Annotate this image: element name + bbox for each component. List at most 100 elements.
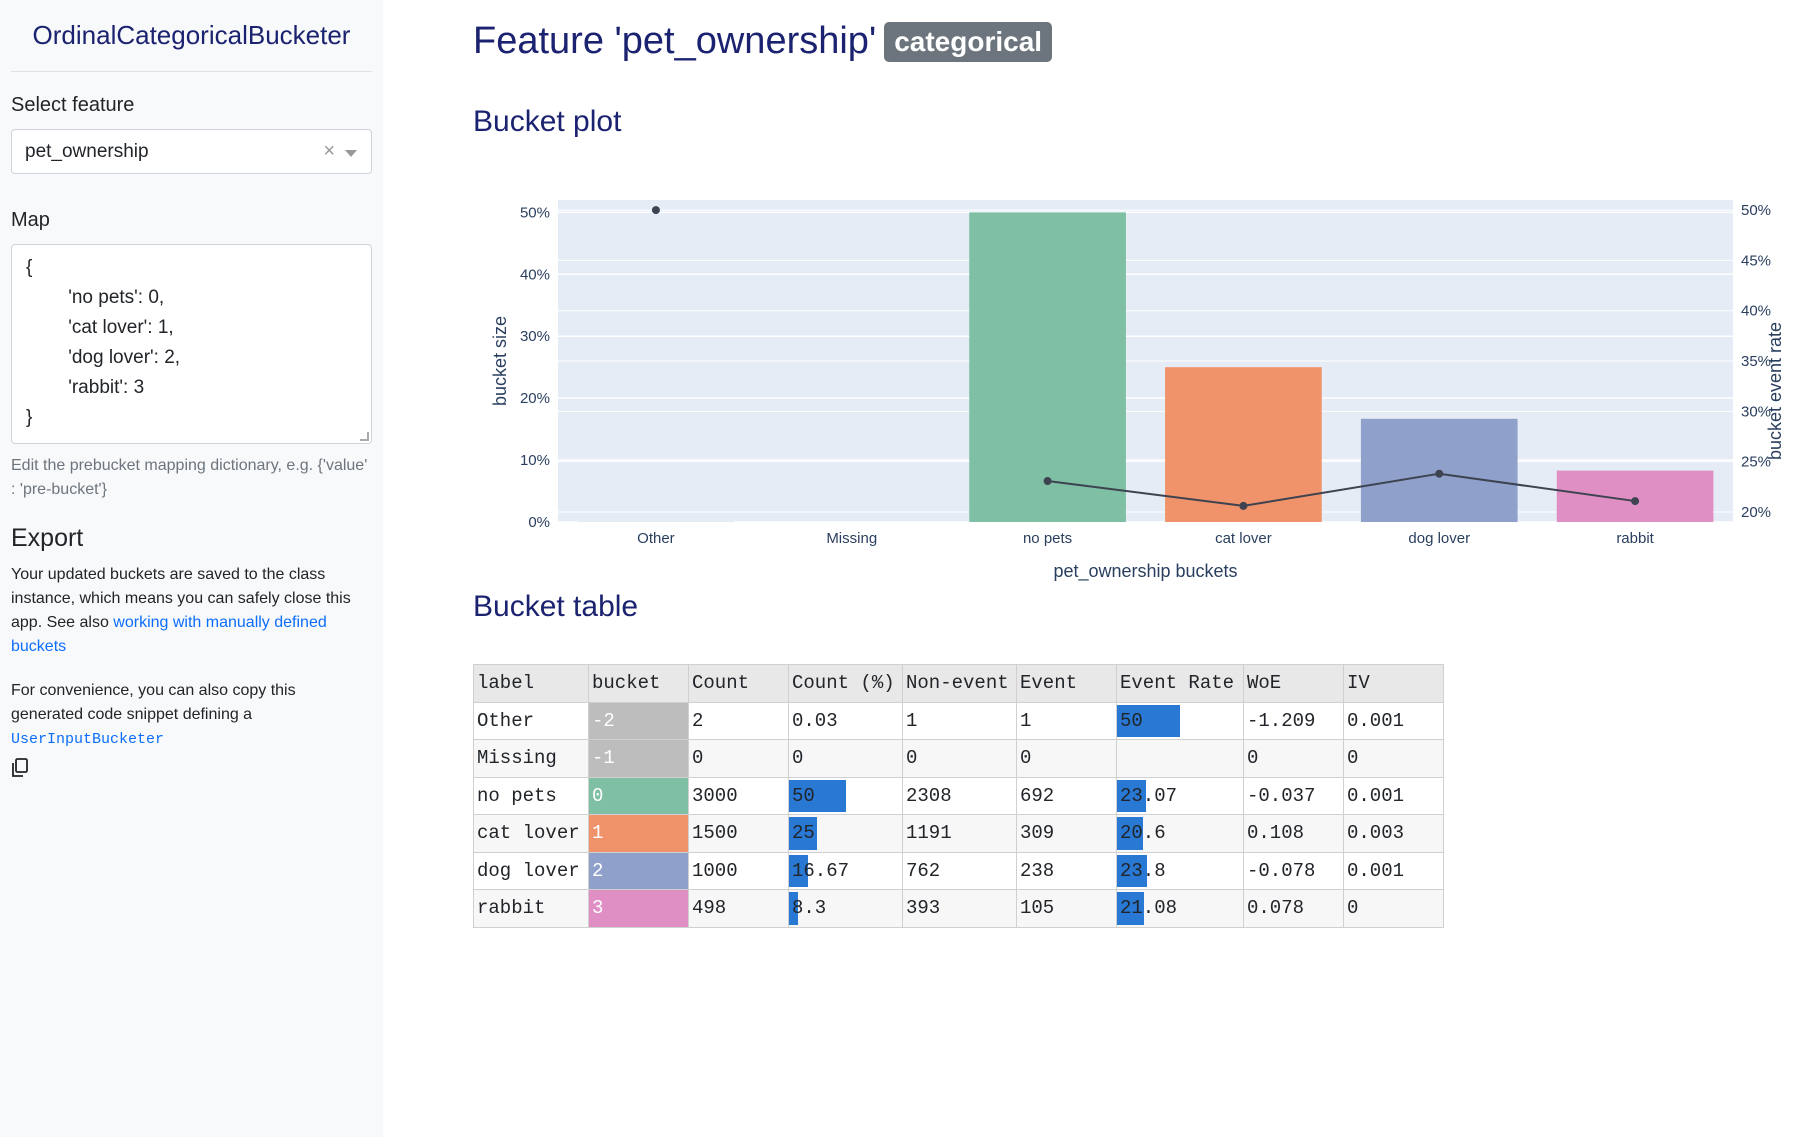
cell-event-rate-value: 50 — [1120, 709, 1143, 732]
cell-label: rabbit — [473, 889, 589, 928]
cell-non-event-value: 1191 — [906, 822, 952, 845]
cell-bucket-value: 3 — [592, 897, 604, 920]
cell-woe-value: -0.078 — [1247, 859, 1316, 882]
cell-event-rate — [1116, 739, 1244, 778]
cell-event-rate: 50 — [1116, 701, 1244, 740]
cell-label-value: Other — [477, 709, 535, 732]
feature-select[interactable]: pet_ownership × — [11, 129, 372, 174]
y-axis-title: bucket size — [490, 316, 510, 406]
clear-icon[interactable]: × — [323, 140, 335, 163]
cell-woe: 0.078 — [1243, 889, 1344, 928]
y-tick-label: 0% — [528, 514, 550, 531]
cell-label: no pets — [473, 776, 589, 815]
cell-non-event: 1 — [902, 701, 1017, 740]
cell-iv-value: 0 — [1347, 747, 1359, 770]
cell-event-value: 105 — [1020, 897, 1055, 920]
cell-event: 238 — [1016, 851, 1117, 890]
copy-icon[interactable] — [11, 758, 29, 778]
table-row: Missing -1 0 0 0 0 0 0 — [473, 739, 1444, 778]
cell-non-event-value: 2308 — [906, 784, 952, 807]
cell-woe: 0.108 — [1243, 814, 1344, 853]
x-tick-label: no pets — [1023, 530, 1072, 547]
cell-event-rate: 23.07 — [1116, 776, 1244, 815]
cell-label: Missing — [473, 739, 589, 778]
column-header: WoE — [1243, 664, 1344, 703]
column-header: bucket — [588, 664, 689, 703]
cell-count-pct: 0.03 — [788, 701, 903, 740]
column-header: Count (%) — [788, 664, 903, 703]
column-header: Non-event — [902, 664, 1017, 703]
cell-count-pct-value: 50 — [792, 784, 815, 807]
cell-event-rate-value: 23.8 — [1120, 859, 1166, 882]
cell-non-event: 393 — [902, 889, 1017, 928]
cell-count-pct: 50 — [788, 776, 903, 815]
resize-grip-icon[interactable] — [360, 432, 369, 441]
cell-label: Other — [473, 701, 589, 740]
cell-iv: 0 — [1343, 889, 1444, 928]
cell-label-value: cat lover — [477, 822, 580, 845]
cell-bucket-value: 2 — [592, 859, 604, 882]
cell-count-value: 498 — [692, 897, 727, 920]
cell-event-rate-value: 23.07 — [1120, 784, 1178, 807]
x-tick-label: Missing — [826, 530, 877, 547]
cell-bucket-value: -1 — [592, 747, 615, 770]
cell-event-rate: 20.6 — [1116, 814, 1244, 853]
cell-event-value: 692 — [1020, 784, 1055, 807]
cell-event: 105 — [1016, 889, 1117, 928]
cell-event-value: 1 — [1020, 709, 1032, 732]
cell-event-rate: 21.08 — [1116, 889, 1244, 928]
feature-title-text: Feature 'pet_ownership' — [473, 20, 877, 62]
bucket-chart: 0%10%20%30%40%50%20%25%30%35%40%45%50%Ot… — [490, 200, 1785, 582]
y-tick-label: 50% — [520, 204, 550, 221]
event-rate-point — [1239, 501, 1248, 510]
feature-select-value: pet_ownership — [25, 140, 149, 162]
map-text: { 'no pets': 0, 'cat lover': 1, 'dog lov… — [26, 257, 181, 428]
cell-iv-value: 0.003 — [1347, 822, 1405, 845]
cell-non-event-value: 393 — [906, 897, 941, 920]
cell-label-value: dog lover — [477, 859, 580, 882]
cell-bucket-value: 0 — [592, 784, 604, 807]
cell-count-pct: 16.67 — [788, 851, 903, 890]
x-tick-label: Other — [637, 530, 675, 547]
cell-woe-value: -0.037 — [1247, 784, 1316, 807]
cell-count-value: 3000 — [692, 784, 738, 807]
code-snippet-name: UserInputBucketer — [11, 731, 165, 748]
cell-count-pct-value: 16.67 — [792, 859, 850, 882]
column-header: label — [473, 664, 589, 703]
cell-woe: -0.078 — [1243, 851, 1344, 890]
bar — [1556, 470, 1714, 522]
cell-count-pct: 0 — [788, 739, 903, 778]
table-row: rabbit 3 498 8.3 393 105 21.08 0.078 0 — [473, 889, 1444, 928]
cell-iv: 0 — [1343, 739, 1444, 778]
event-rate-point — [1043, 477, 1052, 486]
cell-label: dog lover — [473, 851, 589, 890]
cell-label-value: no pets — [477, 784, 557, 807]
cell-bucket: -2 — [588, 701, 689, 740]
cell-woe: -1.209 — [1243, 701, 1344, 740]
map-help-text: Edit the prebucket mapping dictionary, e… — [11, 457, 368, 498]
cell-event: 1 — [1016, 701, 1117, 740]
cell-bucket: 3 — [588, 889, 689, 928]
y-tick-label: 40% — [520, 266, 550, 283]
cell-non-event: 0 — [902, 739, 1017, 778]
map-textarea[interactable]: { 'no pets': 0, 'cat lover': 1, 'dog lov… — [11, 244, 372, 444]
feature-title: Feature 'pet_ownership' categorical — [473, 20, 1053, 63]
x-tick-label: cat lover — [1215, 530, 1272, 547]
cell-woe-value: 0 — [1247, 747, 1259, 770]
cell-event-rate-value: 20.6 — [1120, 822, 1166, 845]
bucket-table: label bucket Count Count (%) Non-event Event E… — [473, 664, 1444, 928]
cell-woe-value: 0.108 — [1247, 822, 1305, 845]
select-feature-label: Select feature — [11, 94, 135, 116]
chevron-down-icon[interactable] — [345, 150, 357, 157]
cell-bucket-value: 1 — [592, 822, 604, 845]
cell-iv-value: 0 — [1347, 897, 1359, 920]
cell-count: 1500 — [688, 814, 789, 853]
cell-count-pct: 25 — [788, 814, 903, 853]
cell-event-value: 238 — [1020, 859, 1055, 882]
cell-woe: -0.037 — [1243, 776, 1344, 815]
cell-count-value: 1500 — [692, 822, 738, 845]
export-title: Export — [11, 524, 84, 552]
y2-tick-label: 40% — [1741, 303, 1771, 320]
copy-text-body: For convenience, you can also copy this … — [11, 682, 296, 723]
table-row: Other -2 2 0.03 1 1 50 -1.209 0.001 — [473, 701, 1444, 740]
